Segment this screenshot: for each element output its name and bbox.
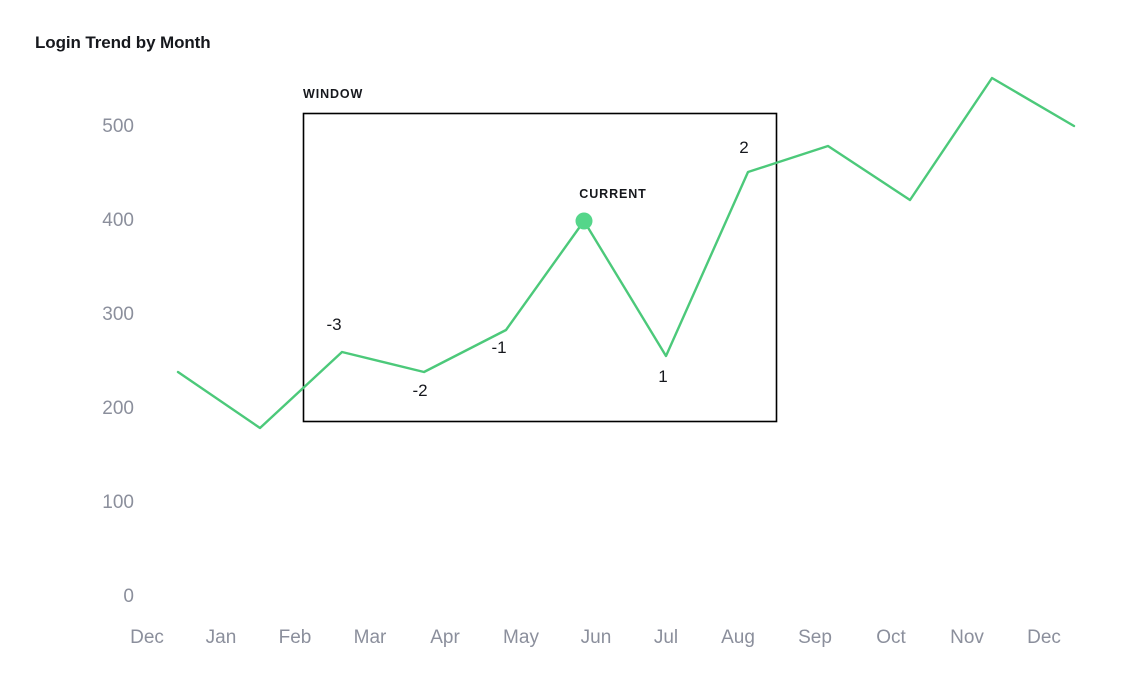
y-axis-tick-400: 400 xyxy=(102,210,134,231)
point-label-minus-1: -1 xyxy=(491,338,507,357)
y-axis-tick-200: 200 xyxy=(102,398,134,419)
point-label-1: 1 xyxy=(658,367,668,386)
point-label-minus-2: -2 xyxy=(412,381,428,400)
y-axis-tick-300: 300 xyxy=(102,304,134,325)
x-axis-tick-dec-1: Dec xyxy=(1027,627,1061,648)
y-axis-tick-0: 0 xyxy=(123,586,134,607)
point-label-minus-3: -3 xyxy=(326,315,342,334)
y-axis-tick-500: 500 xyxy=(102,116,134,137)
current-point-caption: CURRENT xyxy=(579,187,647,201)
y-axis-tick-100: 100 xyxy=(102,492,134,513)
point-label-2: 2 xyxy=(739,138,749,157)
line-chart-plot xyxy=(176,76,1076,430)
login-trend-line xyxy=(176,76,1076,430)
current-point-marker[interactable] xyxy=(575,212,593,230)
chart-container: Login Trend by Month WINDOW CURRENT 500 … xyxy=(0,0,1134,696)
